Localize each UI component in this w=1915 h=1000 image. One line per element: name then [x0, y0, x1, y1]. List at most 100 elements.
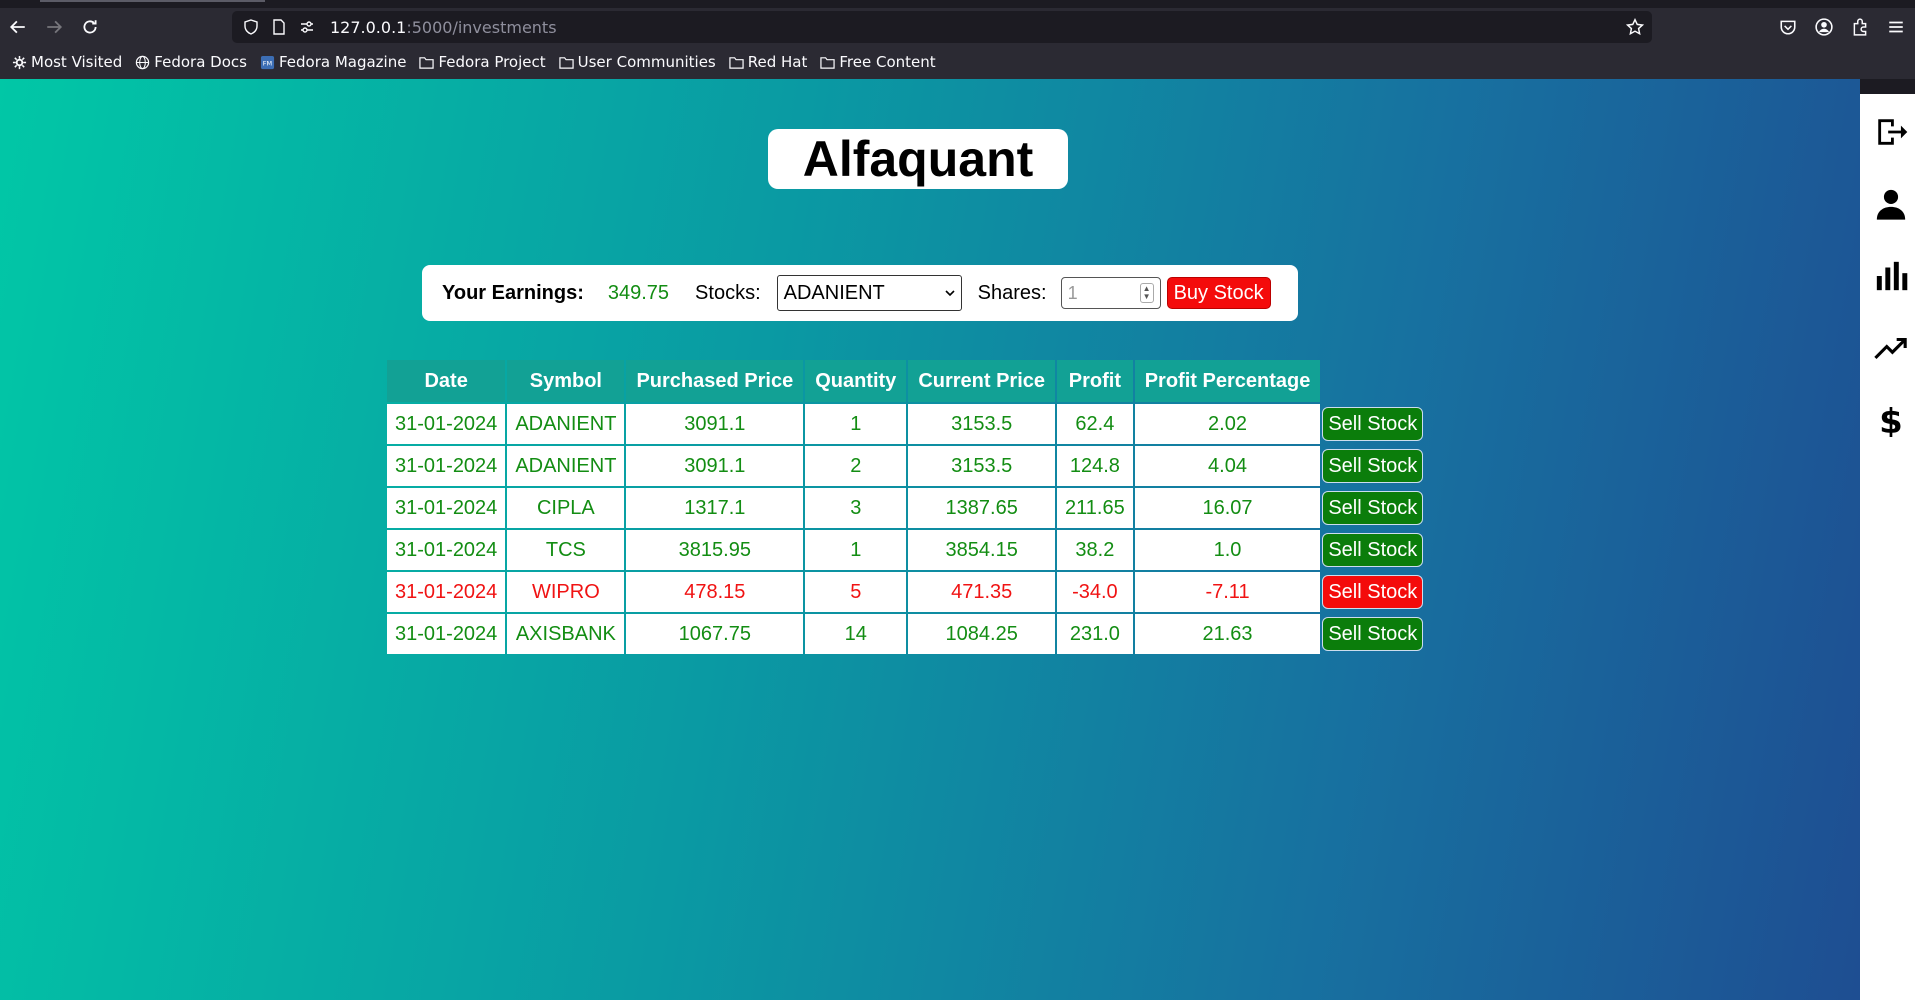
- cell-actions: Sell Stock: [1322, 404, 1424, 444]
- permissions-icon[interactable]: [298, 18, 316, 36]
- folder-icon: [820, 56, 836, 69]
- header-purchased-price: Purchased Price: [626, 360, 804, 402]
- account-icon[interactable]: [1813, 16, 1835, 38]
- shares-label: Shares:: [977, 281, 1047, 304]
- cell-profit-percentage: 21.63: [1134, 614, 1321, 654]
- toolbar-icons: [1777, 8, 1907, 46]
- trending-up-icon[interactable]: [1873, 330, 1909, 366]
- table-row: 31-01-2024 ADANIENT 3091.1 1 3153.5 62.4…: [387, 404, 1424, 444]
- gear-icon: [12, 55, 27, 69]
- cell-profit-percentage: -7.11: [1134, 572, 1321, 612]
- cell-quantity: 2: [805, 446, 907, 486]
- url-bar[interactable]: 127.0.0.1:5000/investments: [232, 11, 1652, 43]
- stock-select[interactable]: ADANIENT: [776, 275, 962, 311]
- svg-text:FM: FM: [263, 59, 273, 67]
- active-tab[interactable]: [40, 0, 265, 2]
- reload-icon: [83, 20, 97, 34]
- cell-date: 31-01-2024: [387, 530, 506, 570]
- bookmark-label: Fedora Magazine: [278, 53, 407, 71]
- cell-symbol: ADANIENT: [507, 446, 625, 486]
- menu-icon[interactable]: [1885, 16, 1907, 38]
- sell-stock-button[interactable]: Sell Stock: [1322, 575, 1424, 609]
- buy-stock-button[interactable]: Buy Stock: [1166, 277, 1271, 309]
- brand-title: Alfaquant: [768, 129, 1068, 189]
- cell-quantity: 5: [805, 572, 907, 612]
- cell-profit: 38.2: [1057, 530, 1133, 570]
- cell-symbol: AXISBANK: [507, 614, 625, 654]
- forward-button[interactable]: [36, 9, 72, 45]
- page-icon[interactable]: [270, 18, 288, 36]
- bookmark-fedora-project[interactable]: Fedora Project: [419, 53, 546, 71]
- cell-profit: 62.4: [1057, 404, 1133, 444]
- sell-stock-button[interactable]: Sell Stock: [1322, 449, 1424, 483]
- bar-chart-icon[interactable]: [1873, 258, 1909, 294]
- dollar-icon[interactable]: $: [1873, 402, 1909, 438]
- logout-icon[interactable]: [1873, 114, 1909, 150]
- stocks-label: Stocks:: [695, 281, 761, 304]
- tab-strip: [0, 0, 1915, 8]
- cell-actions: Sell Stock: [1322, 614, 1424, 654]
- sell-stock-button[interactable]: Sell Stock: [1322, 617, 1424, 651]
- cell-purchased-price: 478.15: [626, 572, 804, 612]
- cell-date: 31-01-2024: [387, 572, 506, 612]
- cell-quantity: 3: [805, 488, 907, 528]
- cell-profit: 124.8: [1057, 446, 1133, 486]
- cell-current-price: 1084.25: [908, 614, 1056, 654]
- holdings-table: Date Symbol Purchased Price Quantity Cur…: [385, 358, 1425, 656]
- stepper-down-icon[interactable]: ▼: [1143, 293, 1151, 301]
- cell-date: 31-01-2024: [387, 446, 506, 486]
- user-icon[interactable]: [1873, 186, 1909, 222]
- sell-stock-button[interactable]: Sell Stock: [1322, 491, 1424, 525]
- shield-icon[interactable]: [242, 18, 260, 36]
- bookmark-free-content[interactable]: Free Content: [820, 53, 936, 71]
- extensions-icon[interactable]: [1849, 16, 1871, 38]
- header-date: Date: [387, 360, 506, 402]
- table-row: 31-01-2024 ADANIENT 3091.1 2 3153.5 124.…: [387, 446, 1424, 486]
- shares-stepper[interactable]: ▲ ▼: [1139, 283, 1154, 303]
- cell-profit-percentage: 4.04: [1134, 446, 1321, 486]
- cell-symbol: CIPLA: [507, 488, 625, 528]
- cell-purchased-price: 3091.1: [626, 446, 804, 486]
- globe-icon: [136, 55, 150, 69]
- cell-actions: Sell Stock: [1322, 488, 1424, 528]
- bookmark-most-visited[interactable]: Most Visited: [12, 53, 122, 71]
- back-button[interactable]: [0, 9, 36, 45]
- earnings-label: Your Earnings:: [442, 281, 584, 304]
- cell-symbol: WIPRO: [507, 572, 625, 612]
- chevron-down-icon: [945, 290, 955, 297]
- bookmark-label: Fedora Docs: [154, 53, 247, 71]
- cell-profit-percentage: 16.07: [1134, 488, 1321, 528]
- shares-input[interactable]: 1 ▲ ▼: [1060, 277, 1161, 309]
- bookmark-red-hat[interactable]: Red Hat: [729, 53, 807, 71]
- cell-current-price: 1387.65: [908, 488, 1056, 528]
- sell-stock-button[interactable]: Sell Stock: [1322, 407, 1424, 441]
- cell-date: 31-01-2024: [387, 488, 506, 528]
- table-row: 31-01-2024 CIPLA 1317.1 3 1387.65 211.65…: [387, 488, 1424, 528]
- cell-purchased-price: 1067.75: [626, 614, 804, 654]
- shares-placeholder: 1: [1067, 282, 1078, 303]
- fedora-magazine-icon: FM: [260, 55, 275, 69]
- cell-purchased-price: 1317.1: [626, 488, 804, 528]
- cell-actions: Sell Stock: [1322, 572, 1424, 612]
- folder-icon: [729, 56, 744, 69]
- reload-button[interactable]: [72, 9, 108, 45]
- bookmark-fedora-magazine[interactable]: FM Fedora Magazine: [260, 53, 407, 71]
- cell-purchased-price: 3815.95: [626, 530, 804, 570]
- earnings-value: 349.75: [607, 281, 670, 304]
- bookmark-fedora-docs[interactable]: Fedora Docs: [135, 53, 247, 71]
- stock-select-value: ADANIENT: [783, 281, 885, 304]
- cell-current-price: 3153.5: [908, 404, 1056, 444]
- bookmark-label: Fedora Project: [438, 53, 546, 71]
- bookmark-star-icon[interactable]: [1626, 18, 1644, 36]
- table-row: 31-01-2024 AXISBANK 1067.75 14 1084.25 2…: [387, 614, 1424, 654]
- side-nav: $: [1860, 94, 1915, 1000]
- url-text[interactable]: 127.0.0.1:5000/investments: [330, 18, 557, 37]
- cell-profit: 231.0: [1057, 614, 1133, 654]
- cell-profit-percentage: 2.02: [1134, 404, 1321, 444]
- sell-stock-button[interactable]: Sell Stock: [1322, 533, 1424, 567]
- url-host: 127.0.0.1: [330, 17, 407, 37]
- cell-quantity: 1: [805, 530, 907, 570]
- bookmark-label: Free Content: [839, 53, 936, 71]
- bookmark-user-communities[interactable]: User Communities: [558, 53, 716, 71]
- pocket-icon[interactable]: [1777, 16, 1799, 38]
